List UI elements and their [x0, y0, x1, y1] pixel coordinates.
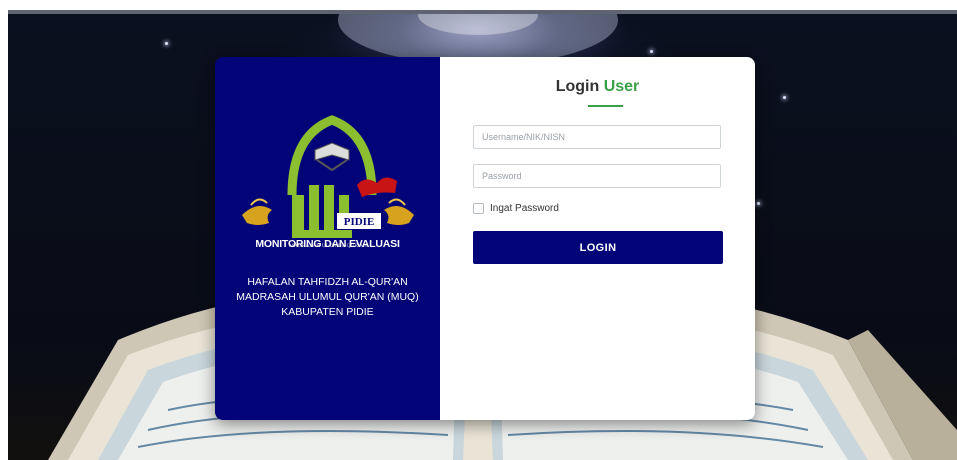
- subtitle-line: MADRASAH ULUMUL QUR'AN (MUQ): [236, 291, 419, 303]
- remember-password[interactable]: Ingat Password: [473, 203, 559, 214]
- subtitle-line: KABUPATEN PIDIE: [281, 306, 374, 318]
- svg-text:PIDIE: PIDIE: [344, 216, 375, 228]
- top-strip: [8, 10, 957, 14]
- login-title-accent: User: [603, 78, 640, 95]
- star: [757, 202, 760, 205]
- login-form-panel: Login User Ingat Password LOGIN: [440, 57, 755, 420]
- monitoring-title: MONITORING DAN EVALUASI: [255, 238, 400, 250]
- madrasah-logo: PIDIE MADRASAH ULUMUL QUR'AN: [242, 115, 414, 249]
- login-title: Login User: [440, 78, 755, 96]
- star: [783, 96, 786, 99]
- program-subtitle: HAFALAN TAHFIDZH AL-QUR'AN MADRASAH ULUM…: [215, 275, 440, 320]
- username-input[interactable]: [473, 125, 721, 149]
- login-button[interactable]: LOGIN: [473, 231, 723, 264]
- password-input[interactable]: [473, 164, 721, 188]
- star: [650, 50, 653, 53]
- login-card: PIDIE MADRASAH ULUMUL QUR'AN MONITORING …: [215, 57, 755, 420]
- star: [165, 42, 168, 45]
- remember-password-label: Ingat Password: [490, 203, 559, 214]
- remember-password-checkbox[interactable]: [473, 203, 484, 214]
- login-title-main: Login: [555, 78, 600, 95]
- branding-panel: PIDIE MADRASAH ULUMUL QUR'AN MONITORING …: [215, 57, 440, 420]
- subtitle-line: HAFALAN TAHFIDZH AL-QUR'AN: [247, 276, 408, 288]
- title-underline: [588, 105, 623, 107]
